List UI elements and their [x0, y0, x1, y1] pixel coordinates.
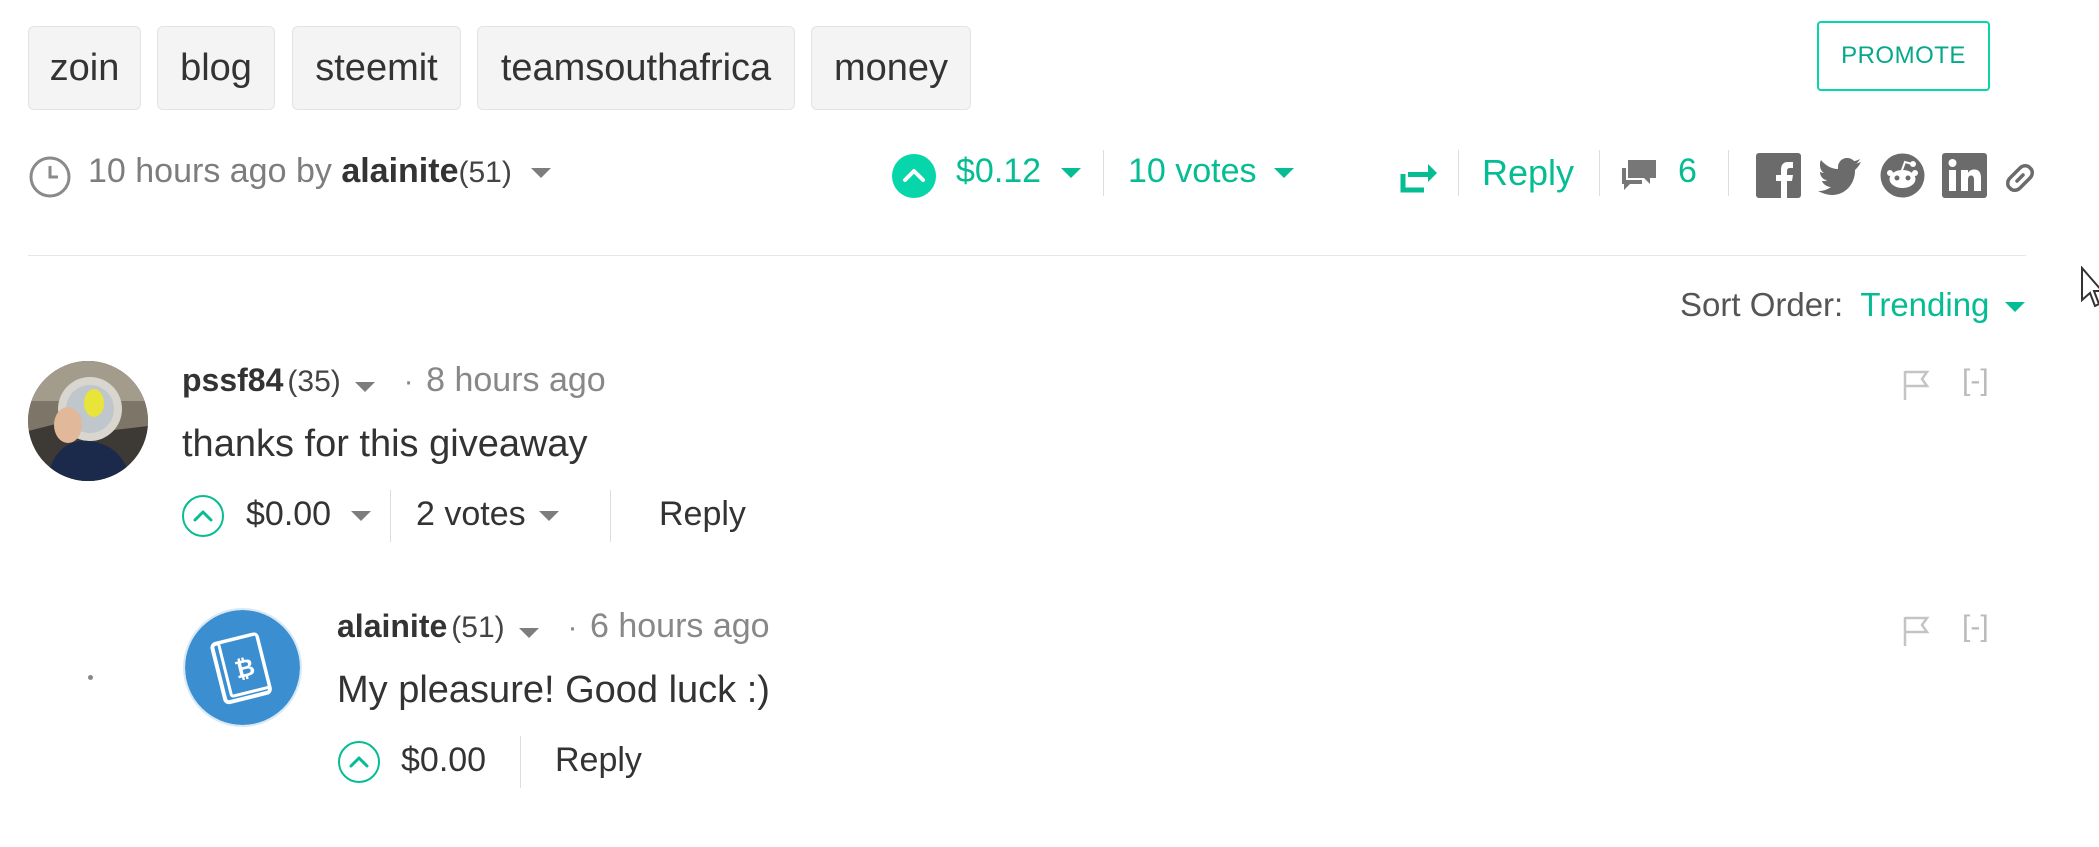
divider	[520, 736, 521, 788]
tag-blog[interactable]: blog	[157, 26, 275, 110]
thread-dot	[88, 675, 93, 680]
tag-zoin[interactable]: zoin	[28, 26, 141, 110]
payout-dropdown-caret[interactable]	[1060, 168, 1081, 179]
post-divider	[28, 255, 2026, 256]
post-reply-link[interactable]: Reply	[1482, 152, 1574, 194]
tag-teamsouthafrica[interactable]: teamsouthafrica	[477, 26, 795, 110]
comment-body: thanks for this giveaway	[182, 423, 588, 465]
comment-payout-value: $0.00	[401, 741, 487, 779]
votes-dropdown-caret[interactable]	[539, 511, 560, 522]
post-votes-value: 10 votes	[1128, 152, 1257, 190]
comment-count[interactable]: 6	[1678, 152, 1697, 191]
meta-dot: ·	[567, 611, 578, 644]
comment-payout[interactable]: $0.00	[246, 495, 371, 534]
author-dropdown-caret[interactable]	[355, 381, 376, 392]
promote-button[interactable]: PROMOTE	[1817, 21, 1990, 91]
mouse-cursor-icon	[2080, 265, 2099, 313]
post-author[interactable]: alainite	[341, 152, 458, 190]
sort-label: Sort Order:	[1680, 286, 1844, 323]
comment-time[interactable]: 8 hours ago	[426, 361, 606, 399]
upvote-icon	[193, 510, 213, 522]
facebook-icon[interactable]	[1756, 153, 1801, 198]
meta-dot: ·	[403, 365, 414, 398]
collapse-toggle[interactable]: [-]	[1962, 610, 1989, 644]
post-time: 10 hours ago	[88, 152, 287, 190]
flag-icon[interactable]	[1902, 369, 1930, 409]
linkedin-icon[interactable]	[1942, 153, 1987, 198]
bitcoin-book-icon: ₿	[185, 610, 300, 725]
upvote-button[interactable]	[338, 741, 380, 783]
author-dropdown-caret[interactable]	[519, 627, 540, 638]
comment-author[interactable]: pssf84	[182, 362, 283, 398]
comment-body: My pleasure! Good luck :)	[337, 669, 770, 711]
divider	[1103, 150, 1104, 196]
tag-money[interactable]: money	[811, 26, 971, 110]
comment-time[interactable]: 6 hours ago	[590, 607, 770, 645]
comment-author[interactable]: alainite	[337, 608, 447, 644]
flag-icon[interactable]	[1902, 615, 1930, 655]
post-by-label: by	[295, 152, 332, 190]
divider	[610, 490, 611, 542]
clock-icon	[28, 155, 72, 204]
author-dropdown-caret[interactable]	[531, 168, 552, 179]
link-icon[interactable]	[2003, 159, 2037, 197]
comment-payout[interactable]: $0.00	[401, 741, 486, 780]
sort-dropdown-caret[interactable]	[2004, 302, 2025, 313]
comment-payout-value: $0.00	[246, 495, 332, 533]
comment-votes[interactable]: 2 votes	[416, 495, 560, 534]
avatar[interactable]	[28, 361, 148, 481]
divider	[1728, 150, 1729, 196]
upvote-icon	[349, 756, 369, 768]
post-author-reputation: (51)	[458, 156, 512, 189]
comments-icon[interactable]	[1620, 156, 1660, 201]
comment-reply-button[interactable]: Reply	[555, 741, 642, 780]
twitter-icon[interactable]	[1818, 153, 1863, 198]
upvote-icon	[903, 169, 925, 182]
divider	[1458, 150, 1459, 196]
collapse-toggle[interactable]: [-]	[1962, 364, 1989, 398]
comment-author-reputation: (51)	[451, 611, 505, 644]
avatar[interactable]: ₿	[183, 608, 302, 727]
sort-order[interactable]: Sort Order: Trending	[1680, 286, 2025, 324]
payout-dropdown-caret[interactable]	[350, 511, 371, 522]
tag-steemit[interactable]: steemit	[292, 26, 461, 110]
comment-reply-button[interactable]: Reply	[659, 495, 746, 534]
comment-author-reputation: (35)	[287, 365, 341, 398]
divider	[1599, 150, 1600, 196]
sort-value[interactable]: Trending	[1860, 286, 1989, 323]
resteem-icon[interactable]	[1400, 160, 1438, 199]
comment-votes-value: 2 votes	[416, 495, 526, 533]
comment-header: pssf84 (35) · 8 hours ago	[182, 361, 606, 400]
reddit-icon[interactable]	[1880, 153, 1925, 198]
upvote-button[interactable]	[182, 495, 224, 537]
post-votes[interactable]: 10 votes	[1128, 152, 1294, 191]
divider	[390, 490, 391, 542]
post-payout-value: $0.12	[956, 152, 1042, 190]
comment-header: alainite (51) · 6 hours ago	[337, 607, 770, 646]
upvote-button[interactable]	[892, 154, 936, 198]
votes-dropdown-caret[interactable]	[1273, 168, 1294, 179]
post-payout[interactable]: $0.12	[956, 152, 1081, 191]
post-meta: 10 hours ago by alainite(51)	[88, 152, 552, 191]
